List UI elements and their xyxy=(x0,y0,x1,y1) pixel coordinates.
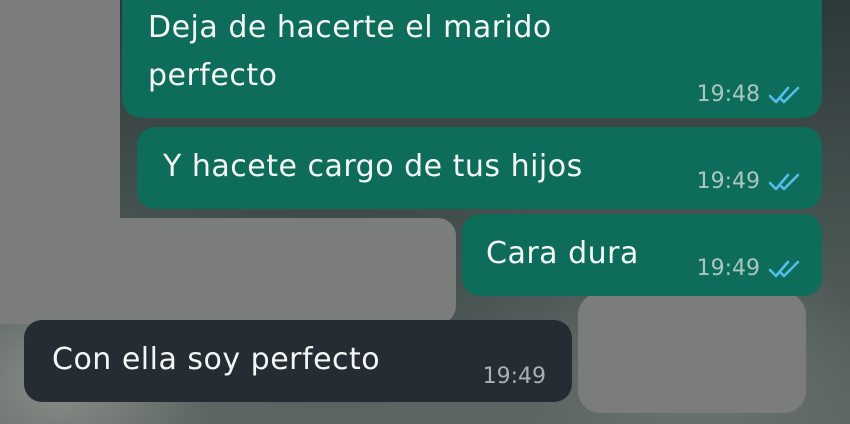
double-check-icon xyxy=(768,260,800,277)
message-text: Con ella soy perfecto xyxy=(52,342,381,377)
double-check-icon xyxy=(768,173,800,190)
message-meta: 19:49 xyxy=(697,256,802,281)
redacted-area-middle xyxy=(0,218,456,324)
message-time: 19:49 xyxy=(482,364,546,389)
message-text: Cara dura xyxy=(486,236,639,271)
message-text-line-2: perfecto xyxy=(148,58,278,93)
message-meta: 19:48 xyxy=(697,82,802,107)
message-meta: 19:49 xyxy=(483,364,546,389)
message-time: 19:48 xyxy=(696,82,760,107)
message-time: 19:49 xyxy=(696,169,760,194)
message-text-line-1: Deja de hacerte el marido xyxy=(148,10,552,45)
outgoing-message[interactable]: Y hacete cargo de tus hijos 19:49 xyxy=(137,127,822,209)
redacted-area-bottom-right xyxy=(578,293,806,413)
message-text: Deja de hacerte el marido perfecto xyxy=(148,4,552,100)
message-text: Y hacete cargo de tus hijos xyxy=(163,149,583,184)
double-check-icon xyxy=(768,86,800,103)
incoming-message[interactable]: Con ella soy perfecto 19:49 xyxy=(24,320,572,402)
outgoing-message[interactable]: Cara dura 19:49 xyxy=(462,214,822,296)
message-time: 19:49 xyxy=(696,256,760,281)
outgoing-message[interactable]: Deja de hacerte el marido perfecto 19:48 xyxy=(122,0,822,118)
message-meta: 19:49 xyxy=(697,169,802,194)
